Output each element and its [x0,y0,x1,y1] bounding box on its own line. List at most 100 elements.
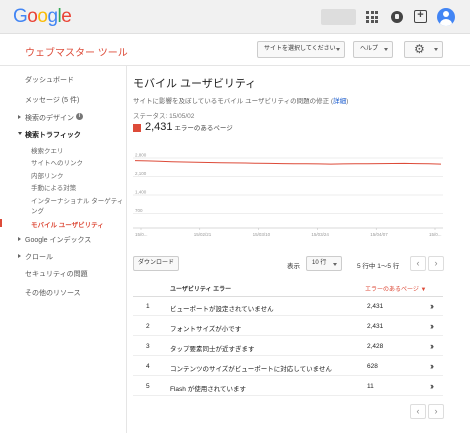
sidebar-item-mobile-usability[interactable]: モバイル ユーザビリティ [31,219,104,229]
settings-button[interactable]: ⚙ [404,41,443,58]
logo-letter: o [27,6,38,27]
row-pages: 628 [367,363,378,370]
previous-page-button[interactable]: ‹ [410,256,426,271]
sidebar-item-other-resources[interactable]: その他のリソース [25,288,81,298]
row-error: タップ要素同士が近すぎます [170,346,255,353]
expand-arrow-icon[interactable] [18,115,21,119]
google-logo[interactable]: Google [13,6,72,28]
rows-per-page-select[interactable]: 10 行 [306,256,342,271]
row-pages: 2,431 [367,303,384,310]
legend-swatch [133,124,141,132]
logo-letter: o [37,6,48,27]
row-number: 1 [146,303,150,310]
table-row[interactable]: 3 タップ要素同士が近すぎます 2,428 ›› [133,337,443,356]
error-series-line [134,160,442,165]
notifications-icon[interactable] [391,11,403,23]
column-header-pages[interactable]: エラーのあるページ ▼ [365,284,427,293]
row-pages: 2,428 [367,343,384,350]
x-tick-label: 15/04/07 [370,232,388,237]
row-error: コンテンツのサイズがビューポートに対応していません [170,366,332,373]
row-details-icon[interactable]: ›› [430,361,434,371]
chevron-left-icon: ‹ [416,406,420,416]
sidebar-item-search-queries[interactable]: 検索クエリ [31,145,64,155]
next-page-button[interactable]: › [428,256,444,271]
x-tick-label: 15/0... [135,232,148,237]
row-number: 2 [146,323,150,330]
logo-letter: g [47,6,58,27]
chevron-down-icon [336,48,340,51]
row-details-icon[interactable]: ›› [430,301,434,311]
top-bar: Google + [0,0,470,34]
collapse-arrow-icon[interactable] [18,132,22,135]
y-tick-label: 2,100 [135,171,147,176]
account-placeholder[interactable] [321,9,356,25]
site-select-label: サイトを選択してください [264,46,336,52]
chevron-right-icon: › [434,258,438,268]
info-icon[interactable]: i [76,113,83,120]
y-tick-label: 700 [135,208,143,213]
logo-letter: G [13,6,28,27]
chevron-left-icon: ‹ [416,258,420,268]
status-date: ステータス: 15/05/02 [133,113,195,120]
y-tick-label: 1,400 [135,190,147,195]
expand-arrow-icon[interactable] [18,237,21,241]
sidebar-item-dashboard[interactable]: ダッシュボード [25,75,74,85]
site-select-dropdown[interactable]: サイトを選択してください [257,41,345,58]
download-button[interactable]: ダウンロード [133,256,179,271]
product-title[interactable]: ウェブマスター ツール [25,44,128,59]
help-label: ヘルプ [360,46,379,52]
column-header-error[interactable]: ユーザビリティ エラー [170,284,231,293]
description-end: ) [346,98,349,105]
pagination-text: 5 行中 1～5 行 [357,263,400,270]
sidebar-item-search-appearance[interactable]: 検索のデザイン [25,113,74,123]
row-details-icon[interactable]: ›› [430,321,434,331]
details-link[interactable]: 詳細 [333,98,346,105]
row-details-icon[interactable]: ›› [430,341,434,351]
sidebar-item-crawl[interactable]: クロール [25,252,53,262]
row-number: 3 [146,343,150,350]
chevron-down-icon [333,263,337,266]
avatar[interactable] [437,8,455,26]
y-tick-label: 2,800 [135,153,147,158]
sidebar-item-messages[interactable]: メッセージ (5 件) [25,95,79,105]
chevron-right-icon: › [434,406,438,416]
row-pages: 2,431 [367,323,384,330]
sidebar-item-links-to-site[interactable]: サイトへのリンク [31,157,83,167]
table-row[interactable]: 5 Flash が使用されています 11 ›› [133,377,443,396]
row-pages: 11 [367,383,374,390]
row-number: 5 [146,383,150,390]
error-count-value: 2,431 [145,121,173,133]
page-title: モバイル ユーザビリティ [133,78,257,90]
table-row[interactable]: 2 フォントサイズが小です 2,431 ›› [133,317,443,336]
bottom-previous-page-button[interactable]: ‹ [410,404,426,419]
table-row[interactable]: 4 コンテンツのサイズがビューポートに対応していません 628 ›› [133,357,443,376]
sidebar-item-internal-links[interactable]: 内部リンク [31,170,64,180]
error-count-label: エラーのあるページ [172,125,233,132]
expand-arrow-icon[interactable] [18,254,21,258]
chevron-down-icon [384,48,388,51]
x-tick-label: 15/03/24 [311,232,329,237]
sidebar-item-google-index[interactable]: Google インデックス [25,235,91,245]
apps-grid-icon[interactable] [366,11,378,23]
active-indicator [0,219,2,227]
row-error: フォントサイズが小です [170,326,242,333]
share-plus-icon[interactable]: + [414,10,427,23]
rows-per-page-value: 10 行 [312,260,327,266]
sidebar-item-search-traffic[interactable]: 検索トラフィック [25,130,81,140]
x-tick-label: 15/02/21 [194,232,212,237]
row-error: ビューポートが設定されていません [170,306,274,313]
x-tick-label: 15/03/10 [253,232,271,237]
sidebar-item-international-targeting-cont[interactable]: ング [31,205,44,215]
table-row[interactable]: 1 ビューポートが設定されていません 2,431 ›› [133,297,443,316]
product-bar: ウェブマスター ツール サイトを選択してください ヘルプ ⚙ [0,34,470,66]
sidebar-item-international-targeting[interactable]: インターナショナル ターゲティ [31,195,123,205]
bottom-next-page-button[interactable]: › [428,404,444,419]
x-tick-label: 15/0... [429,232,442,237]
error-trend-chart: 2,800 2,100 1,400 700 15/0... 15/02/21 15/03/… [133,153,443,237]
help-dropdown[interactable]: ヘルプ [353,41,393,58]
error-count: 2,431 エラーのあるページ [145,121,233,133]
rows-display-label: 表示 [287,263,300,270]
sidebar-item-manual-actions[interactable]: 手動による対策 [31,182,76,192]
sidebar-item-security-issues[interactable]: セキュリティの問題 [25,269,88,279]
row-details-icon[interactable]: ›› [430,381,434,391]
